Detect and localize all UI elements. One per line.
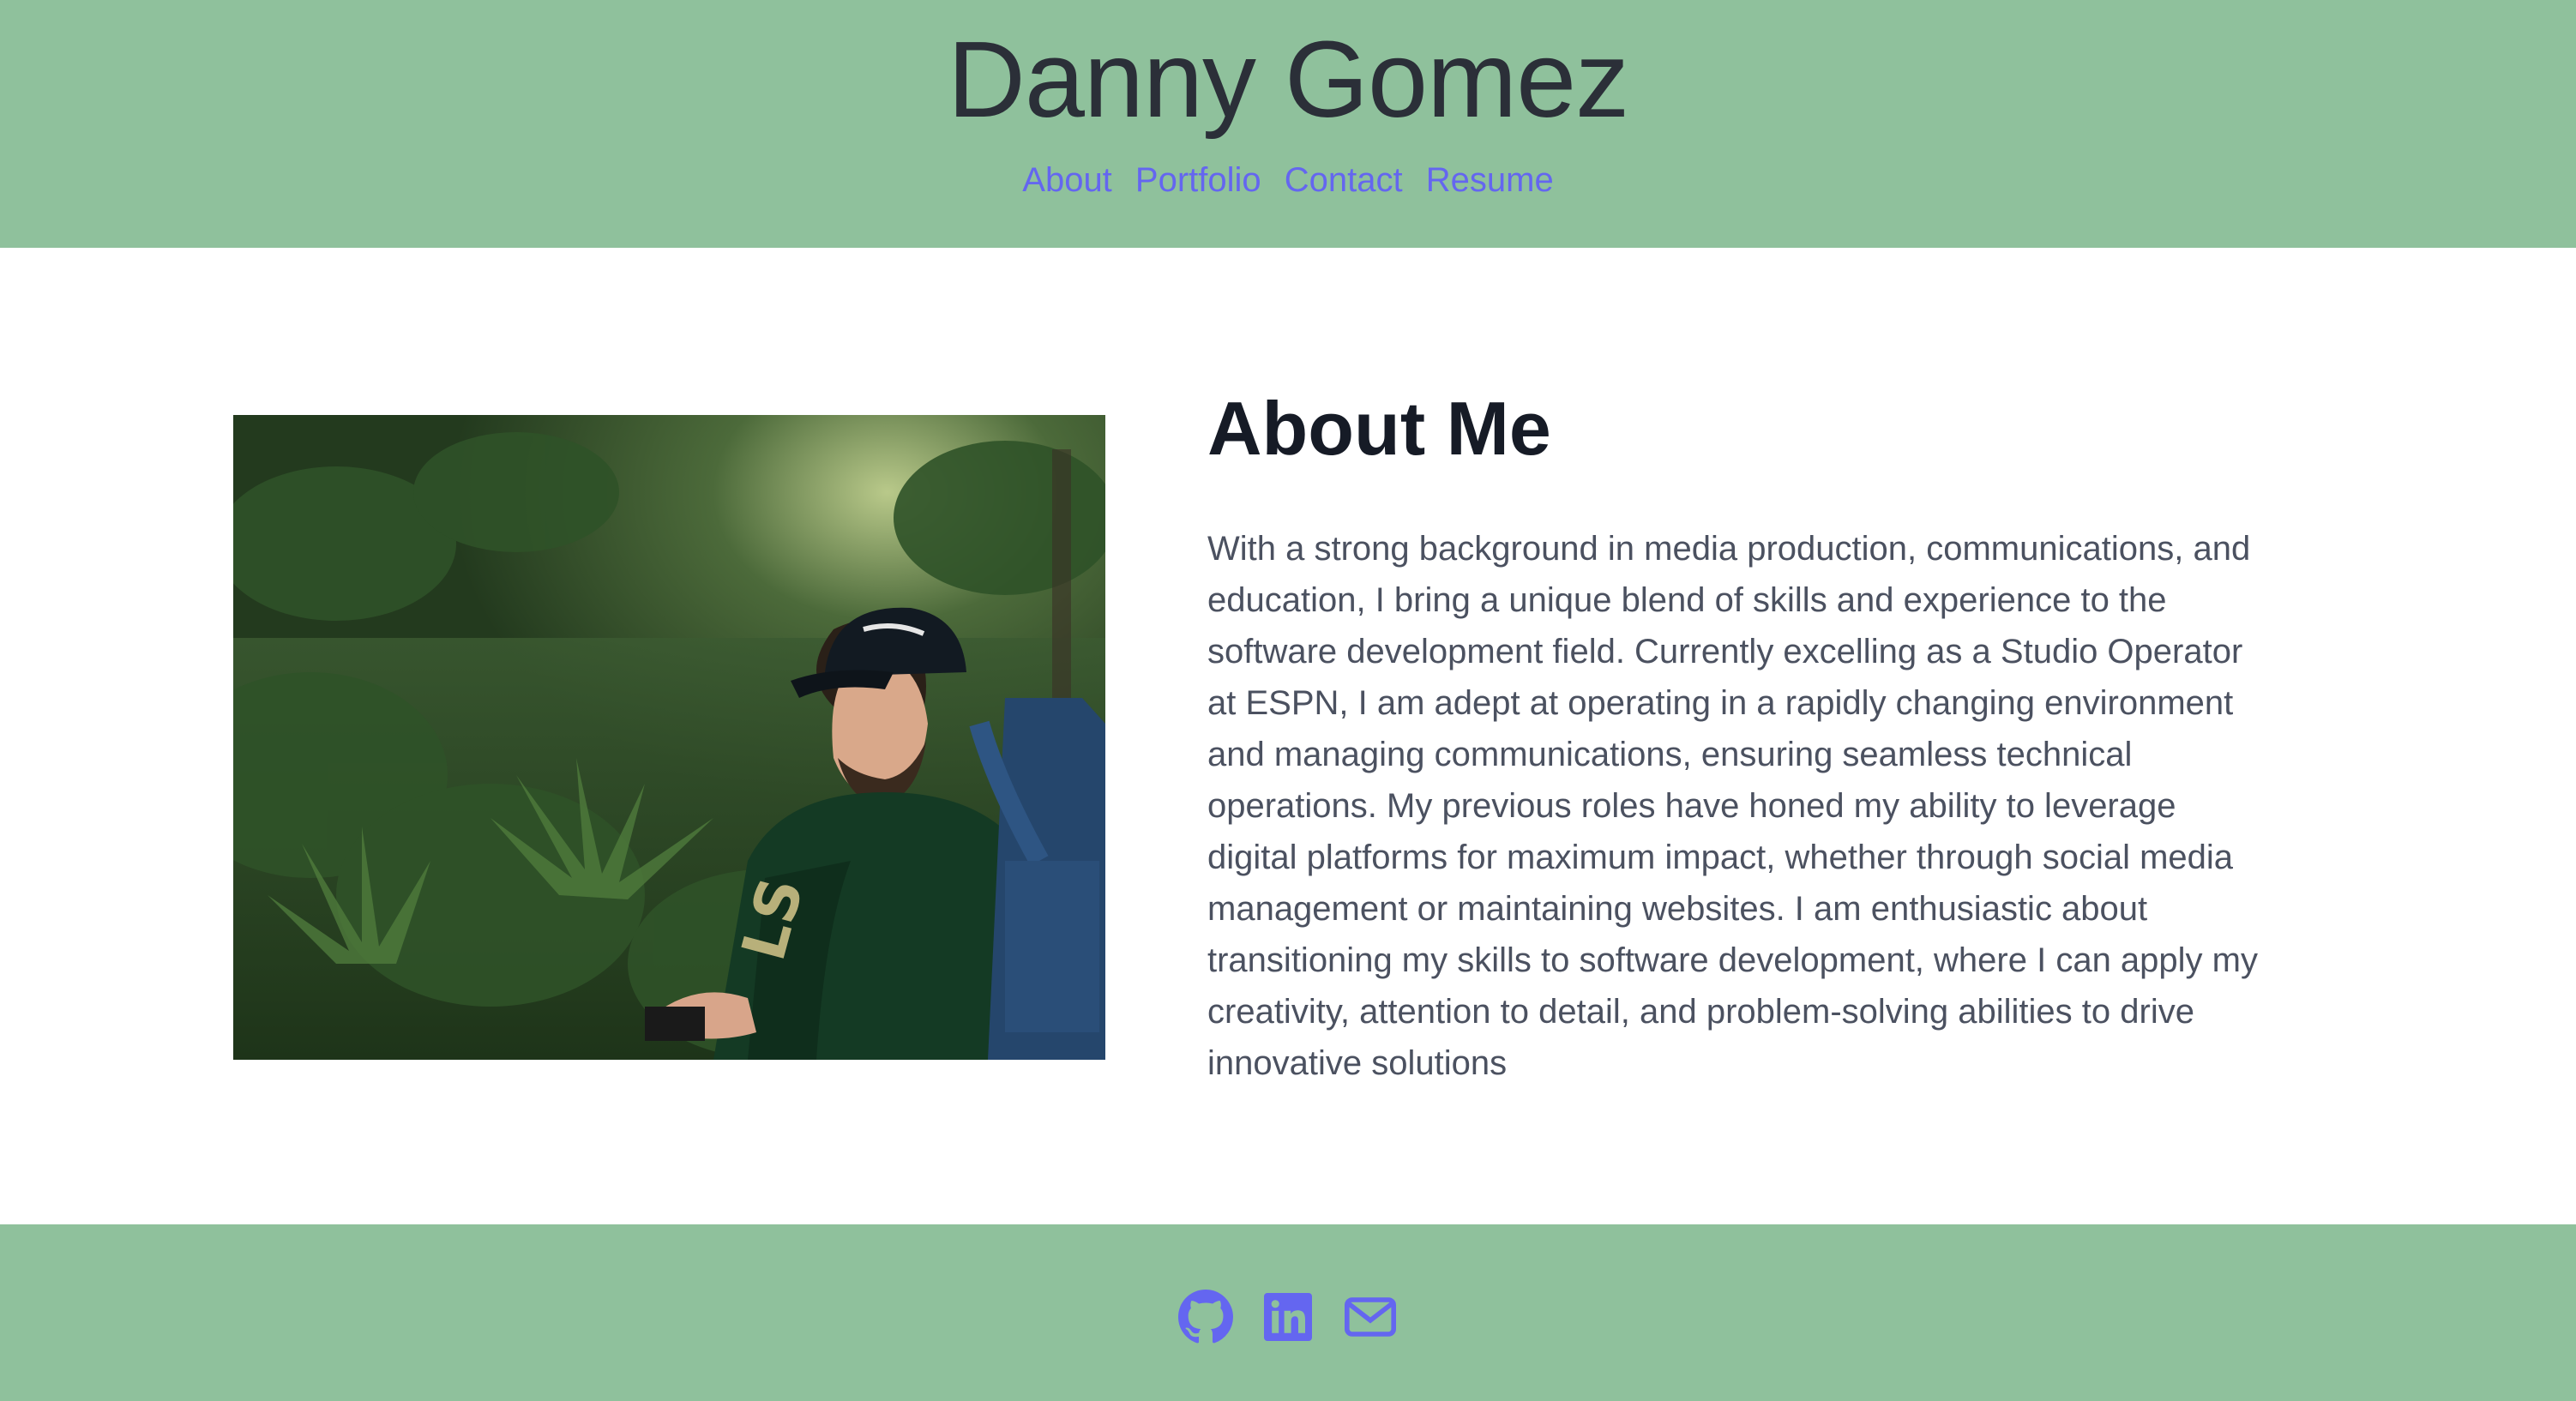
linkedin-link[interactable] [1261,1290,1315,1344]
profile-photo: LS [233,415,1105,1060]
email-icon [1345,1297,1397,1337]
about-heading: About Me [1207,386,1551,471]
main-nav: About Portfolio Contact Resume [0,153,2576,207]
site-footer [0,1224,2576,1401]
nav-link-resume[interactable]: Resume [1426,161,1554,199]
site-header: Danny Gomez About Portfolio Contact Resu… [0,0,2576,248]
site-title: Danny Gomez [947,19,1629,140]
email-link[interactable] [1343,1290,1398,1344]
portfolio-page: Danny Gomez About Portfolio Contact Resu… [0,0,2576,1401]
nav-link-contact[interactable]: Contact [1285,161,1403,199]
nav-link-about[interactable]: About [1022,161,1112,199]
about-paragraph: With a strong background in media produc… [1207,530,2258,1082]
github-icon [1178,1290,1233,1344]
github-link[interactable] [1178,1290,1233,1344]
social-links [0,1290,2576,1344]
nav-link-portfolio[interactable]: Portfolio [1135,161,1261,199]
linkedin-icon [1264,1293,1312,1341]
